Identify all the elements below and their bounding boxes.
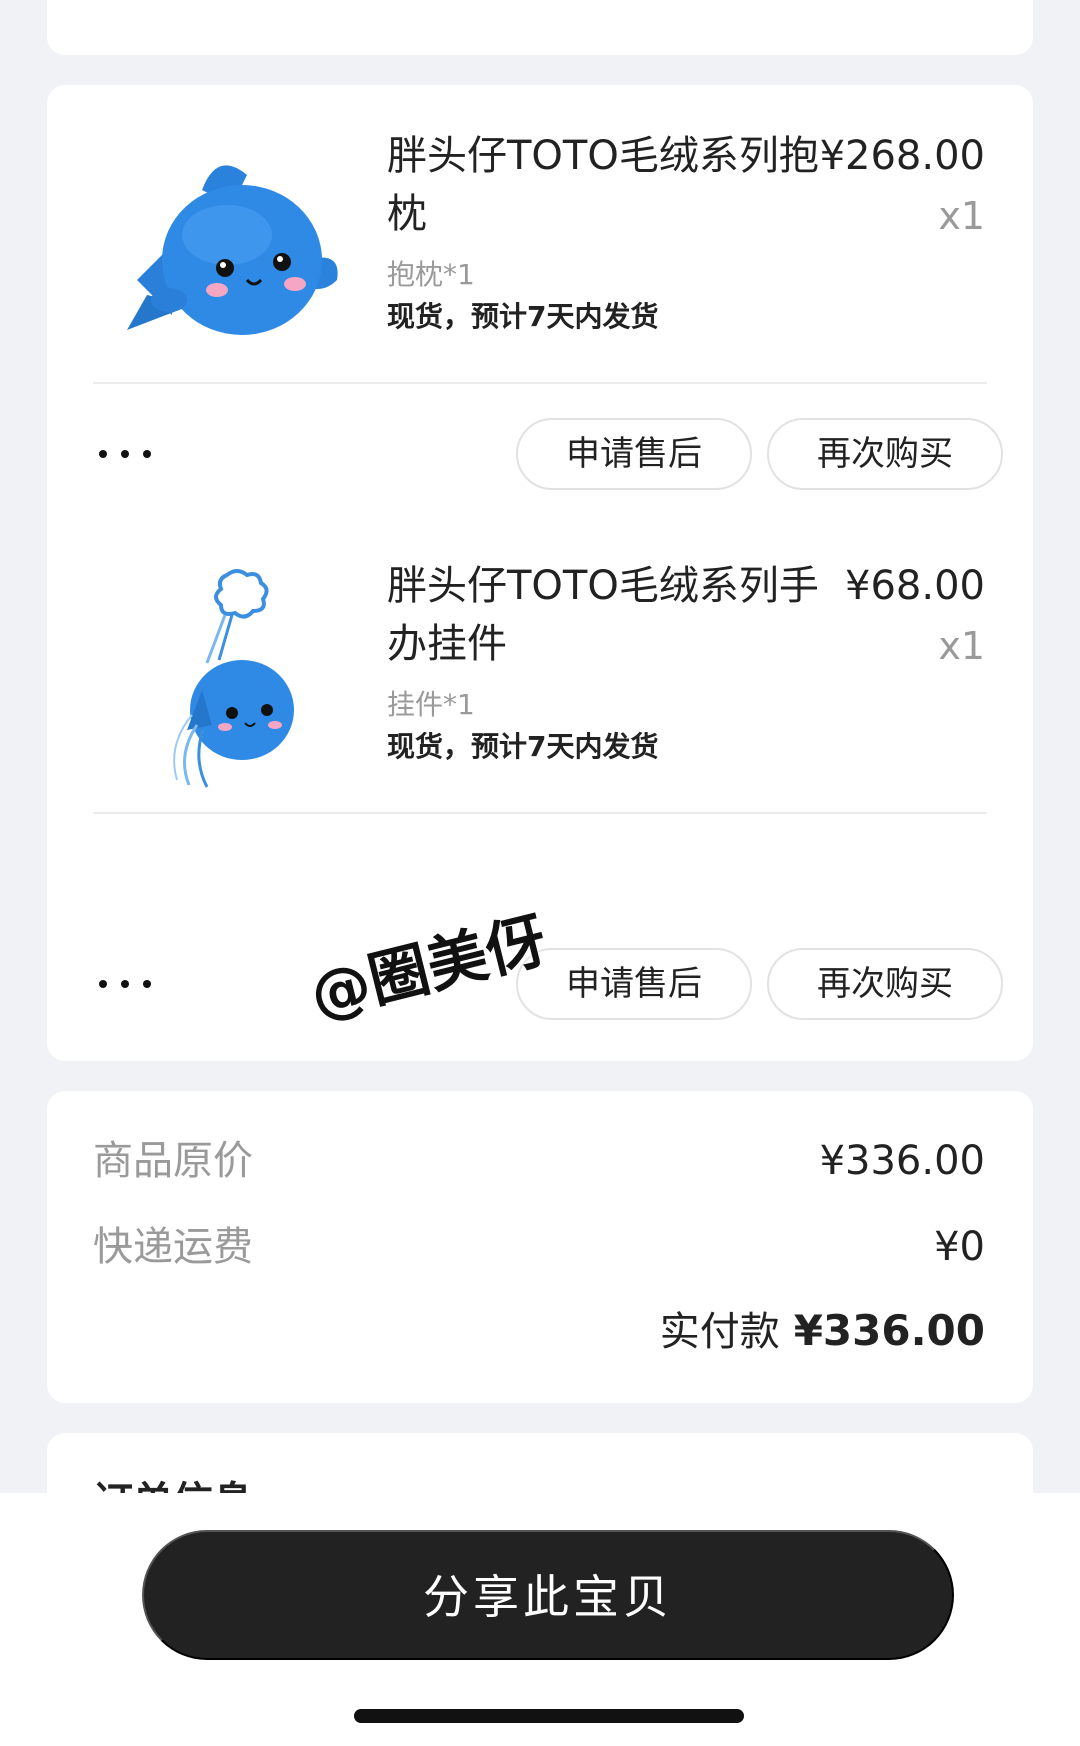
order-items-card: 胖头仔TOTO毛绒系列抱枕 ¥268.00 x1 抱枕*1 现货，预计7天内发货… xyxy=(47,85,1033,1061)
previous-section-card xyxy=(47,0,1033,55)
shipping-status: 现货，预计7天内发货 xyxy=(387,300,659,333)
product-title[interactable]: 胖头仔TOTO毛绒系列抱枕 xyxy=(387,127,827,243)
divider xyxy=(93,382,987,384)
product-quantity: x1 xyxy=(938,194,985,238)
shipping-status: 现货，预计7天内发货 xyxy=(387,730,659,763)
buy-again-button[interactable]: 再次购买 xyxy=(767,948,1003,1020)
shipping-fee-label: 快递运费 xyxy=(93,1224,253,1270)
original-price-row: 商品原价 ¥336.00 xyxy=(93,1131,985,1191)
price-summary-card: 商品原价 ¥336.00 快递运费 ¥0 实付款 ¥336.00 xyxy=(47,1091,1033,1403)
amount-paid-value: ¥336.00 xyxy=(793,1306,985,1355)
blue-fish-plush-keychain-icon xyxy=(173,569,294,788)
blue-fish-plush-pillow-icon xyxy=(127,165,338,335)
apply-aftersale-button[interactable]: 申请售后 xyxy=(516,948,752,1020)
shipping-fee-row: 快递运费 ¥0 xyxy=(93,1217,985,1277)
product-quantity: x1 xyxy=(938,624,985,668)
product-thumbnail[interactable] xyxy=(107,130,347,370)
more-options-icon[interactable] xyxy=(99,964,179,1004)
original-price-label: 商品原价 xyxy=(93,1138,253,1184)
product-title[interactable]: 胖头仔TOTO毛绒系列手办挂件 xyxy=(387,557,827,673)
home-indicator[interactable] xyxy=(354,1709,744,1723)
bottom-action-bar: 分享此宝贝 xyxy=(0,1493,1080,1746)
share-item-button[interactable]: 分享此宝贝 xyxy=(142,1530,954,1660)
buy-again-button[interactable]: 再次购买 xyxy=(767,418,1003,490)
product-sku: 挂件*1 xyxy=(387,688,475,721)
product-price: ¥68.00 xyxy=(845,563,985,609)
product-sku: 抱枕*1 xyxy=(387,258,475,291)
order-item[interactable]: 胖头仔TOTO毛绒系列手办挂件 ¥68.00 x1 挂件*1 现货，预计7天内发… xyxy=(47,515,1033,855)
amount-paid-label: 实付款 xyxy=(659,1309,780,1355)
order-item[interactable]: 胖头仔TOTO毛绒系列抱枕 ¥268.00 x1 抱枕*1 现货，预计7天内发货 xyxy=(47,85,1033,425)
amount-paid-row: 实付款 ¥336.00 xyxy=(660,1301,985,1361)
original-price-value: ¥336.00 xyxy=(819,1138,985,1184)
product-thumbnail[interactable] xyxy=(107,555,347,795)
more-options-icon[interactable] xyxy=(99,434,179,474)
shipping-fee-value: ¥0 xyxy=(934,1224,985,1270)
item-action-row: 申请售后 再次购买 xyxy=(47,418,1033,494)
apply-aftersale-button[interactable]: 申请售后 xyxy=(516,418,752,490)
divider xyxy=(93,812,987,814)
product-price: ¥268.00 xyxy=(819,133,985,179)
